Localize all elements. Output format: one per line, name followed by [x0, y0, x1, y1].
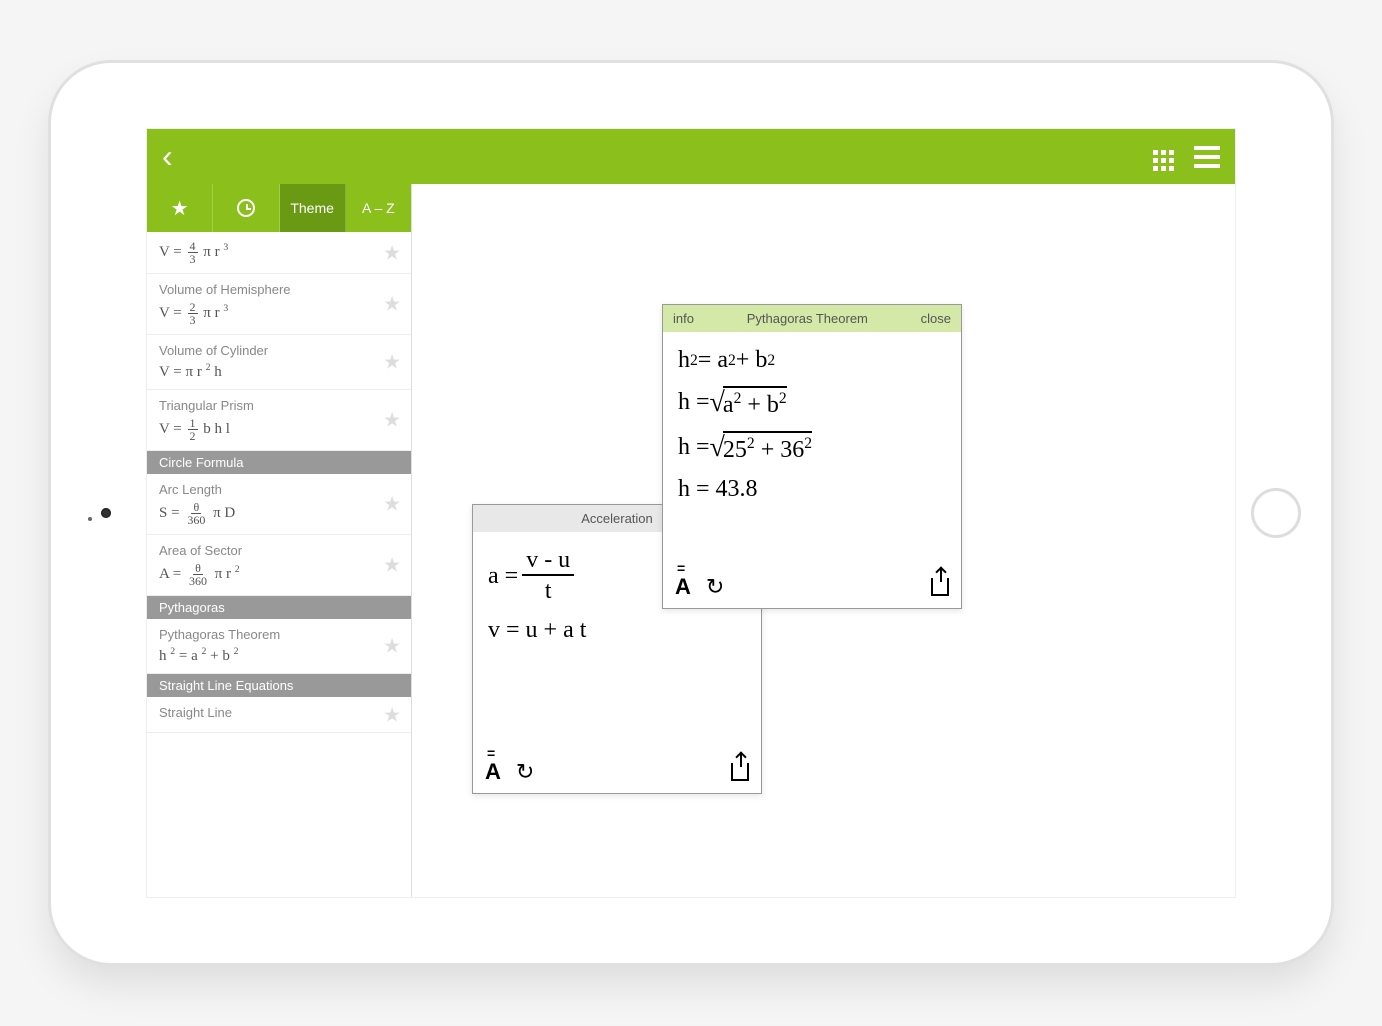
- clock-icon: [237, 199, 255, 217]
- tab-theme[interactable]: Theme: [280, 184, 346, 232]
- formula-title: Arc Length: [159, 482, 399, 497]
- formula-line: h2 = a2 + b2: [678, 347, 946, 374]
- screen: ‹ ★ Theme A – Z V = 43 π r 3★Volume of H…: [146, 128, 1236, 898]
- formula-expression: S = θ360 π D: [159, 501, 399, 526]
- home-button[interactable]: [1251, 488, 1301, 538]
- formula-item[interactable]: Pythagoras Theorem h 2 = a 2 + b 2★: [147, 619, 411, 674]
- tab-favorites[interactable]: ★: [147, 184, 213, 232]
- section-header: Pythagoras: [147, 596, 411, 619]
- formula-title: Triangular Prism: [159, 398, 399, 413]
- grid-icon[interactable]: [1153, 142, 1174, 171]
- favorite-star-icon[interactable]: ★: [383, 292, 401, 317]
- favorite-star-icon[interactable]: ★: [383, 350, 401, 375]
- formula-item[interactable]: Volume of Hemisphere V = 23 π r 3★: [147, 274, 411, 335]
- formula-title: Volume of Hemisphere: [159, 282, 399, 297]
- reload-icon[interactable]: ↻: [516, 759, 534, 785]
- formula-expression: V = π r 2 h: [159, 362, 399, 381]
- formula-title: Straight Line: [159, 705, 399, 720]
- favorite-star-icon[interactable]: ★: [383, 408, 401, 433]
- favorite-star-icon[interactable]: ★: [383, 240, 401, 265]
- info-button[interactable]: info: [673, 311, 694, 326]
- formula-item[interactable]: V = 43 π r 3★: [147, 232, 411, 274]
- formula-item[interactable]: Triangular Prism V = 12 b h l★: [147, 390, 411, 451]
- formula-expression: V = 43 π r 3: [159, 240, 399, 265]
- section-header: Straight Line Equations: [147, 674, 411, 697]
- menu-icon[interactable]: [1194, 146, 1220, 168]
- favorite-star-icon[interactable]: ★: [383, 702, 401, 727]
- reload-icon[interactable]: ↻: [706, 574, 724, 600]
- canvas[interactable]: Acceleration a = v - ut v = u + a t A ↻: [412, 184, 1235, 897]
- app-header: ‹: [147, 129, 1235, 184]
- formula-expression: A = θ360 π r 2: [159, 562, 399, 587]
- formula-expression: V = 23 π r 3: [159, 301, 399, 326]
- sidebar-tabs: ★ Theme A – Z: [147, 184, 411, 232]
- tab-az[interactable]: A – Z: [346, 184, 411, 232]
- card-title: Pythagoras Theorem: [694, 311, 921, 326]
- camera-sensor: [88, 517, 92, 521]
- formula-line: h = √252 + 362: [678, 431, 946, 464]
- back-button[interactable]: ‹: [162, 138, 192, 175]
- share-icon[interactable]: [731, 763, 749, 781]
- camera-lens: [101, 508, 111, 518]
- section-header: Circle Formula: [147, 451, 411, 474]
- star-icon: ★: [171, 196, 189, 221]
- formula-item[interactable]: Volume of Cylinder V = π r 2 h★: [147, 335, 411, 390]
- formula-line: v = u + a t: [488, 617, 746, 644]
- formula-item[interactable]: Area of Sector A = θ360 π r 2★: [147, 535, 411, 596]
- close-button[interactable]: close: [921, 311, 951, 326]
- tab-recent[interactable]: [213, 184, 279, 232]
- variables-icon[interactable]: A: [675, 574, 691, 600]
- formula-line: h = 43.8: [678, 476, 946, 503]
- card-header: info Pythagoras Theorem close: [663, 305, 961, 332]
- favorite-star-icon[interactable]: ★: [383, 492, 401, 517]
- card-body: h2 = a2 + b2 h = √a2 + b2 h = √252 + 362…: [663, 332, 961, 530]
- formula-list: V = 43 π r 3★Volume of HemisphereV = 23 …: [147, 232, 411, 733]
- favorite-star-icon[interactable]: ★: [383, 634, 401, 659]
- share-icon[interactable]: [931, 578, 949, 596]
- formula-item[interactable]: Straight Line★: [147, 697, 411, 733]
- formula-title: Pythagoras Theorem: [159, 627, 399, 642]
- card-pythagoras[interactable]: info Pythagoras Theorem close h2 = a2 + …: [662, 304, 962, 609]
- formula-title: Volume of Cylinder: [159, 343, 399, 358]
- formula-expression: V = 12 b h l: [159, 417, 399, 442]
- ipad-frame: ‹ ★ Theme A – Z V = 43 π r 3★Volume of H…: [51, 63, 1331, 963]
- variables-icon[interactable]: A: [485, 759, 501, 785]
- favorite-star-icon[interactable]: ★: [383, 553, 401, 578]
- formula-item[interactable]: Arc Length S = θ360 π D★: [147, 474, 411, 535]
- formula-title: Area of Sector: [159, 543, 399, 558]
- sidebar: ★ Theme A – Z V = 43 π r 3★Volume of Hem…: [147, 184, 412, 897]
- formula-line: h = √a2 + b2: [678, 386, 946, 419]
- formula-expression: h 2 = a 2 + b 2: [159, 646, 399, 665]
